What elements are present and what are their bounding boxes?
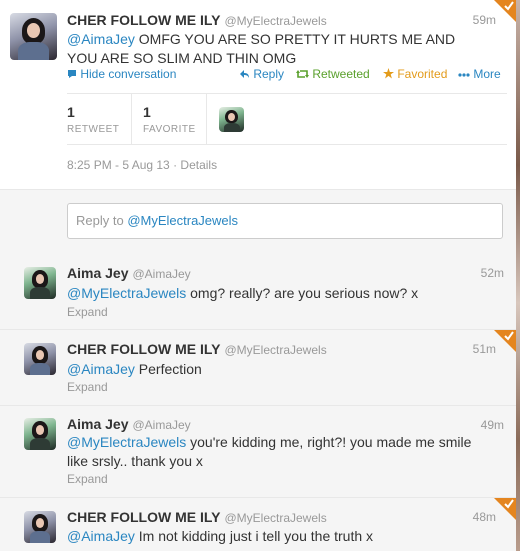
reply-tweet[interactable]: CHER FOLLOW ME ILY @MyElectraJewels 48m @… <box>0 498 516 551</box>
author-handle[interactable]: @MyElectraJewels <box>224 511 326 525</box>
reply-tweet[interactable]: Aima Jey @AimaJey 52m @MyElectraJewels om… <box>0 254 516 330</box>
retweet-favorite-corner-icon <box>494 330 516 352</box>
more-dots-icon <box>458 73 470 77</box>
retweet-favorite-corner-icon <box>494 0 516 22</box>
bubble-icon <box>68 70 76 78</box>
reply-tweet[interactable]: Aima Jey @AimaJey 49m @MyElectraJewels yo… <box>0 406 516 498</box>
reply-arrow-icon <box>240 70 249 78</box>
tweet-text: @AimaJey Im not kidding just i tell you … <box>67 528 374 544</box>
retweet-icon <box>296 70 309 78</box>
tweet-text: @AimaJey OMFG YOU ARE SO PRETTY IT HURTS… <box>67 31 456 66</box>
favorite-count[interactable]: 1 FAVORITE <box>143 104 196 135</box>
author-handle[interactable]: @AimaJey <box>132 418 190 432</box>
main-tweet[interactable]: CHER FOLLOW ME ILY @MyElectraJewels 59m @… <box>0 0 516 190</box>
more-button[interactable]: More <box>458 67 501 81</box>
divider <box>206 94 207 144</box>
mention-link[interactable]: @MyElectraJewels <box>67 434 186 450</box>
author-name[interactable]: Aima Jey @AimaJey <box>67 416 191 432</box>
reply-tweet[interactable]: CHER FOLLOW ME ILY @MyElectraJewels 51m @… <box>0 330 516 406</box>
mention-link[interactable]: @AimaJey <box>67 31 135 47</box>
expand-link[interactable]: Expand <box>67 472 108 486</box>
mention-link[interactable]: @MyElectraJewels <box>67 285 186 301</box>
author-handle[interactable]: @AimaJey <box>132 267 190 281</box>
author-name[interactable]: CHER FOLLOW ME ILY @MyElectraJewels <box>67 509 327 525</box>
expand-link[interactable]: Expand <box>67 305 108 319</box>
reply-input[interactable]: Reply to @MyElectraJewels <box>67 203 503 239</box>
expand-link[interactable]: Expand <box>67 380 108 394</box>
background-strip <box>516 0 520 551</box>
tweet-time[interactable]: 59m <box>473 13 496 27</box>
star-icon <box>383 68 394 79</box>
author-handle[interactable]: @MyElectraJewels <box>224 14 326 28</box>
divider <box>131 94 132 144</box>
avatar[interactable] <box>24 418 56 450</box>
avatar[interactable] <box>24 511 56 543</box>
tweet-time[interactable]: 52m <box>481 266 504 280</box>
tweet-text: @MyElectraJewels you're kidding me, righ… <box>67 434 472 469</box>
tweet-time[interactable]: 49m <box>481 418 504 432</box>
favorited-button[interactable]: Favorited <box>383 67 447 81</box>
reply-button[interactable]: Reply <box>239 67 284 81</box>
reply-area: Reply to @MyElectraJewels <box>0 190 516 255</box>
tweet-time[interactable]: 48m <box>473 510 496 524</box>
retweet-count[interactable]: 1 RETWEET <box>67 104 119 135</box>
avatar[interactable] <box>24 343 56 375</box>
favoriter-avatar[interactable] <box>219 107 244 132</box>
tweet-text: @MyElectraJewels omg? really? are you se… <box>67 285 419 301</box>
tweet-text: @AimaJey Perfection <box>67 361 202 377</box>
avatar[interactable] <box>10 13 57 60</box>
tweet-stats: 1 RETWEET 1 FAVORITE <box>67 93 507 145</box>
author-name[interactable]: Aima Jey @AimaJey <box>67 265 191 281</box>
mention-link[interactable]: @AimaJey <box>67 361 135 377</box>
author-name[interactable]: CHER FOLLOW ME ILY @MyElectraJewels <box>67 341 327 357</box>
tweet-timestamp: 8:25 PM - 5 Aug 13 · Details <box>67 158 218 172</box>
avatar[interactable] <box>24 267 56 299</box>
author-name[interactable]: CHER FOLLOW ME ILY @MyElectraJewels <box>67 12 327 28</box>
timestamp-link[interactable]: 8:25 PM - 5 Aug 13 <box>67 158 170 172</box>
mention-link[interactable]: @AimaJey <box>67 528 135 544</box>
author-handle[interactable]: @MyElectraJewels <box>224 343 326 357</box>
retweeted-button[interactable]: Retweeted <box>296 67 370 81</box>
tweet-actions: Hide conversation Reply Retweeted Favori… <box>67 67 507 83</box>
hide-conversation-link[interactable]: Hide conversation <box>67 67 176 81</box>
retweet-favorite-corner-icon <box>494 498 516 520</box>
details-link[interactable]: Details <box>180 158 217 172</box>
tweet-time[interactable]: 51m <box>473 342 496 356</box>
